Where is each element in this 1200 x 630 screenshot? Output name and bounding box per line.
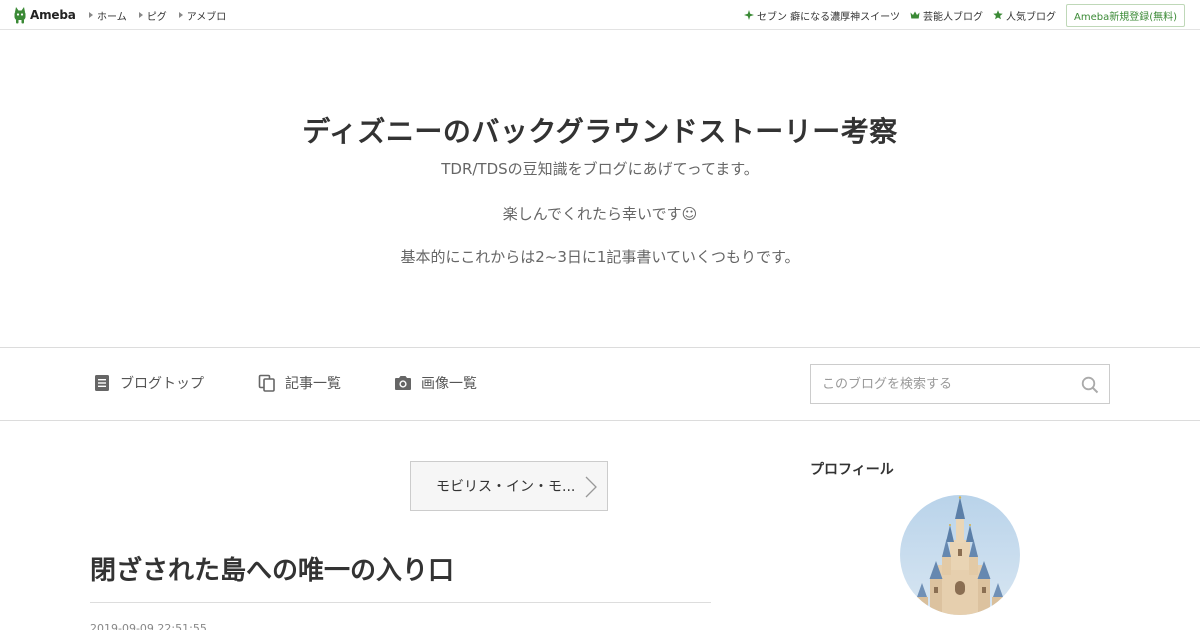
- next-entry-label: モビリス・イン・モ...: [436, 479, 576, 495]
- camera-icon: [395, 376, 411, 390]
- document-icon: [95, 375, 109, 391]
- nav-blog-top-label: ブログトップ: [120, 376, 204, 392]
- global-nav-pigg[interactable]: ピグ: [138, 8, 167, 23]
- popular-blog-link-label: 人気ブログ: [1005, 11, 1056, 23]
- nav-entry-list[interactable]: 記事一覧: [258, 373, 341, 393]
- caret-right-icon: [89, 12, 93, 18]
- global-nav: ホーム ピグ アメブロ: [89, 0, 238, 30]
- star-icon: [993, 10, 1003, 20]
- nav-blog-top[interactable]: ブログトップ: [93, 373, 204, 393]
- entry-date: 2019-09-09 22:51:55: [90, 622, 207, 630]
- chevron-right-icon: [585, 476, 597, 498]
- blog-header: ディズニーのバックグラウンドストーリー考察 TDR/TDSの豆知識をブログにあげ…: [0, 30, 1200, 347]
- search-icon: [1081, 376, 1099, 394]
- signup-button[interactable]: Ameba新規登録(無料): [1065, 3, 1185, 27]
- blog-search-input[interactable]: [811, 365, 1061, 403]
- global-nav-home-label: ホーム: [97, 11, 127, 23]
- blog-description-line: 基本的にこれからは2~3日に1記事書いていくつもりです。: [400, 248, 800, 266]
- popular-blog-link[interactable]: 人気ブログ: [993, 8, 1056, 23]
- caret-right-icon: [138, 12, 143, 18]
- nav-image-list[interactable]: 画像一覧: [394, 373, 477, 393]
- castle-image: [900, 495, 1020, 615]
- ameba-mascot-icon: [14, 7, 26, 24]
- nav-entry-list-label: 記事一覧: [285, 376, 341, 392]
- profile-avatar[interactable]: [900, 495, 1020, 615]
- copy-icon: [258, 374, 275, 392]
- nav-image-list-label: 画像一覧: [421, 376, 477, 392]
- blog-nav: ブログトップ 記事一覧 画像一覧: [0, 347, 1200, 421]
- entry-divider: [90, 602, 711, 603]
- blog-description-line: 楽しんでくれたら幸いです☺︎: [502, 205, 698, 223]
- blog-description-line: TDR/TDSの豆知識をブログにあげてってます。: [441, 160, 759, 178]
- global-nav-home[interactable]: ホーム: [89, 8, 127, 23]
- entry-title[interactable]: 閉ざされた島への唯一の入り口: [90, 550, 454, 587]
- global-nav-pigg-label: ピグ: [146, 11, 167, 23]
- crown-icon: [910, 11, 920, 19]
- promo-link[interactable]: セブン 癖になる濃厚神スイーツ: [744, 8, 900, 23]
- global-nav-ameblo-label: アメブロ: [186, 11, 227, 23]
- celebrity-blog-link[interactable]: 芸能人ブログ: [910, 8, 983, 23]
- ameba-logo[interactable]: Ameba: [13, 6, 76, 24]
- global-header-links: セブン 癖になる濃厚神スイーツ 芸能人ブログ 人気ブログ Ameba新規登録(無…: [734, 0, 1185, 30]
- blog-search-box: [810, 364, 1110, 404]
- promo-link-label: セブン 癖になる濃厚神スイーツ: [757, 11, 900, 23]
- sparkle-icon: [744, 10, 754, 20]
- celebrity-blog-link-label: 芸能人ブログ: [922, 11, 983, 23]
- caret-right-icon: [178, 12, 183, 18]
- ameba-global-header: Ameba ホーム ピグ アメブロ セブン 癖になる濃厚神スイーツ 芸能人ブログ…: [0, 0, 1200, 30]
- next-entry-button[interactable]: モビリス・イン・モ...: [410, 461, 608, 511]
- search-button[interactable]: [1079, 374, 1101, 396]
- blog-title[interactable]: ディズニーのバックグラウンドストーリー考察: [0, 110, 1200, 150]
- ameba-logo-text: Ameba: [30, 8, 76, 22]
- profile-heading: プロフィール: [810, 462, 894, 478]
- global-nav-ameblo[interactable]: アメブロ: [178, 8, 227, 23]
